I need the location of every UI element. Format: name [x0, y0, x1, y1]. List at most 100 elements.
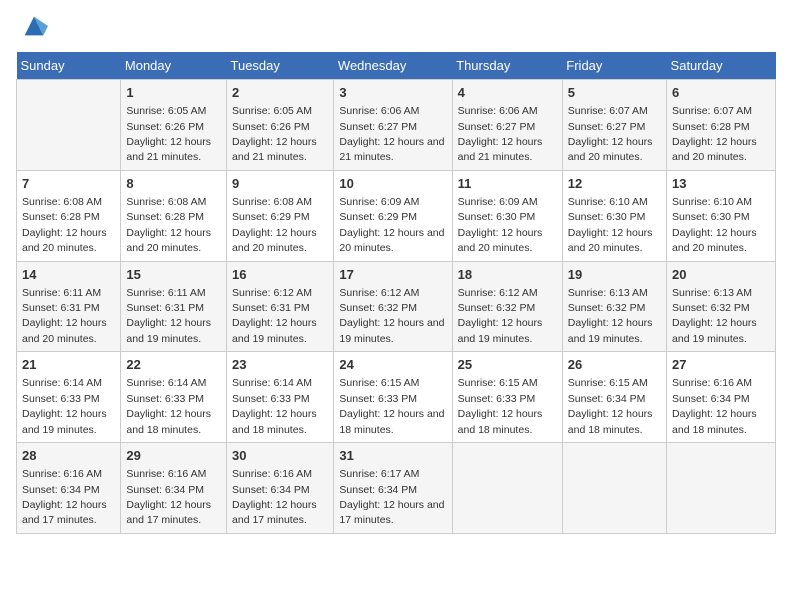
day-number: 21 — [22, 356, 115, 374]
day-daylight: Daylight: 12 hours and 19 minutes. — [672, 317, 757, 344]
day-daylight: Daylight: 12 hours and 20 minutes. — [126, 227, 211, 254]
calendar-cell — [452, 443, 562, 534]
calendar-cell: 10Sunrise: 6:09 AMSunset: 6:29 PMDayligh… — [334, 170, 452, 261]
day-daylight: Daylight: 12 hours and 20 minutes. — [22, 317, 107, 344]
day-number: 18 — [458, 266, 557, 284]
day-sunrise: Sunrise: 6:16 AM — [672, 377, 752, 389]
day-number: 31 — [339, 447, 446, 465]
day-sunset: Sunset: 6:34 PM — [568, 393, 646, 405]
calendar-cell: 31Sunrise: 6:17 AMSunset: 6:34 PMDayligh… — [334, 443, 452, 534]
day-sunset: Sunset: 6:32 PM — [568, 302, 646, 314]
day-daylight: Daylight: 12 hours and 20 minutes. — [672, 136, 757, 163]
calendar-cell — [562, 443, 666, 534]
day-daylight: Daylight: 12 hours and 18 minutes. — [126, 408, 211, 435]
day-number: 10 — [339, 175, 446, 193]
day-header-monday: Monday — [121, 52, 227, 80]
day-daylight: Daylight: 12 hours and 18 minutes. — [232, 408, 317, 435]
day-sunrise: Sunrise: 6:16 AM — [126, 468, 206, 480]
day-sunrise: Sunrise: 6:09 AM — [339, 196, 419, 208]
day-sunset: Sunset: 6:31 PM — [22, 302, 100, 314]
day-sunset: Sunset: 6:32 PM — [339, 302, 417, 314]
day-sunset: Sunset: 6:34 PM — [126, 484, 204, 496]
day-sunrise: Sunrise: 6:13 AM — [568, 287, 648, 299]
day-sunrise: Sunrise: 6:07 AM — [568, 105, 648, 117]
calendar-cell: 5Sunrise: 6:07 AMSunset: 6:27 PMDaylight… — [562, 80, 666, 171]
day-daylight: Daylight: 12 hours and 21 minutes. — [458, 136, 543, 163]
day-sunrise: Sunrise: 6:14 AM — [126, 377, 206, 389]
day-sunset: Sunset: 6:29 PM — [232, 211, 310, 223]
day-sunrise: Sunrise: 6:12 AM — [339, 287, 419, 299]
day-sunrise: Sunrise: 6:09 AM — [458, 196, 538, 208]
day-daylight: Daylight: 12 hours and 21 minutes. — [232, 136, 317, 163]
day-sunset: Sunset: 6:32 PM — [458, 302, 536, 314]
day-sunrise: Sunrise: 6:14 AM — [232, 377, 312, 389]
day-header-thursday: Thursday — [452, 52, 562, 80]
day-number: 17 — [339, 266, 446, 284]
day-daylight: Daylight: 12 hours and 20 minutes. — [568, 136, 653, 163]
day-sunset: Sunset: 6:34 PM — [339, 484, 417, 496]
day-sunset: Sunset: 6:30 PM — [458, 211, 536, 223]
day-sunrise: Sunrise: 6:12 AM — [458, 287, 538, 299]
calendar-cell: 18Sunrise: 6:12 AMSunset: 6:32 PMDayligh… — [452, 261, 562, 352]
calendar-cell: 25Sunrise: 6:15 AMSunset: 6:33 PMDayligh… — [452, 352, 562, 443]
day-number: 6 — [672, 84, 770, 102]
day-number: 4 — [458, 84, 557, 102]
calendar-cell: 20Sunrise: 6:13 AMSunset: 6:32 PMDayligh… — [667, 261, 776, 352]
day-sunset: Sunset: 6:28 PM — [672, 121, 750, 133]
day-sunrise: Sunrise: 6:15 AM — [458, 377, 538, 389]
day-sunrise: Sunrise: 6:07 AM — [672, 105, 752, 117]
day-sunrise: Sunrise: 6:16 AM — [22, 468, 102, 480]
day-number: 12 — [568, 175, 661, 193]
day-sunrise: Sunrise: 6:15 AM — [568, 377, 648, 389]
day-daylight: Daylight: 12 hours and 18 minutes. — [458, 408, 543, 435]
day-sunset: Sunset: 6:30 PM — [672, 211, 750, 223]
calendar-cell: 30Sunrise: 6:16 AMSunset: 6:34 PMDayligh… — [227, 443, 334, 534]
day-sunrise: Sunrise: 6:11 AM — [22, 287, 101, 299]
day-daylight: Daylight: 12 hours and 18 minutes. — [672, 408, 757, 435]
calendar-cell: 6 Sunrise: 6:07 AM Sunset: 6:28 PM Daylight… — [667, 80, 776, 171]
week-row-2: 7Sunrise: 6:08 AMSunset: 6:28 PMDaylight… — [17, 170, 776, 261]
day-sunrise: Sunrise: 6:12 AM — [232, 287, 312, 299]
logo-icon — [20, 12, 48, 40]
days-header-row: SundayMondayTuesdayWednesdayThursdayFrid… — [17, 52, 776, 80]
week-row-1: 1Sunrise: 6:05 AMSunset: 6:26 PMDaylight… — [17, 80, 776, 171]
day-daylight: Daylight: 12 hours and 20 minutes. — [568, 227, 653, 254]
day-daylight: Daylight: 12 hours and 21 minutes. — [339, 136, 444, 163]
day-daylight: Daylight: 12 hours and 18 minutes. — [339, 408, 444, 435]
day-number: 14 — [22, 266, 115, 284]
day-sunrise: Sunrise: 6:15 AM — [339, 377, 419, 389]
day-sunrise: Sunrise: 6:14 AM — [22, 377, 102, 389]
day-daylight: Daylight: 12 hours and 17 minutes. — [232, 499, 317, 526]
day-number: 13 — [672, 175, 770, 193]
week-row-5: 28 Sunrise: 6:16 AM Sunset: 6:34 PM Dayligh… — [17, 443, 776, 534]
day-sunset: Sunset: 6:27 PM — [568, 121, 646, 133]
day-sunset: Sunset: 6:28 PM — [22, 211, 100, 223]
calendar-cell: 4Sunrise: 6:06 AMSunset: 6:27 PMDaylight… — [452, 80, 562, 171]
week-row-3: 14 Sunrise: 6:11 AM Sunset: 6:31 PM Dayligh… — [17, 261, 776, 352]
day-daylight: Daylight: 12 hours and 20 minutes. — [339, 227, 444, 254]
day-sunset: Sunset: 6:34 PM — [672, 393, 750, 405]
page-header — [16, 16, 776, 40]
day-number: 22 — [126, 356, 221, 374]
day-number: 28 — [22, 447, 115, 465]
day-daylight: Daylight: 12 hours and 20 minutes. — [232, 227, 317, 254]
calendar-cell: 9Sunrise: 6:08 AMSunset: 6:29 PMDaylight… — [227, 170, 334, 261]
logo — [16, 16, 48, 40]
day-sunset: Sunset: 6:30 PM — [568, 211, 646, 223]
day-daylight: Daylight: 12 hours and 19 minutes. — [232, 317, 317, 344]
calendar-cell: 21Sunrise: 6:14 AMSunset: 6:33 PMDayligh… — [17, 352, 121, 443]
day-sunset: Sunset: 6:26 PM — [232, 121, 310, 133]
day-number: 23 — [232, 356, 328, 374]
day-sunrise: Sunrise: 6:06 AM — [458, 105, 538, 117]
day-daylight: Daylight: 12 hours and 20 minutes. — [22, 227, 107, 254]
day-header-sunday: Sunday — [17, 52, 121, 80]
calendar-cell: 13Sunrise: 6:10 AMSunset: 6:30 PMDayligh… — [667, 170, 776, 261]
day-daylight: Daylight: 12 hours and 17 minutes. — [126, 499, 211, 526]
day-sunrise: Sunrise: 6:17 AM — [339, 468, 419, 480]
calendar-cell: 23Sunrise: 6:14 AMSunset: 6:33 PMDayligh… — [227, 352, 334, 443]
day-sunset: Sunset: 6:33 PM — [458, 393, 536, 405]
day-number: 27 — [672, 356, 770, 374]
day-number: 19 — [568, 266, 661, 284]
week-row-4: 21 Sunrise: 6:14 AM Sunset: 6:33 PM Dayligh… — [17, 352, 776, 443]
day-header-saturday: Saturday — [667, 52, 776, 80]
